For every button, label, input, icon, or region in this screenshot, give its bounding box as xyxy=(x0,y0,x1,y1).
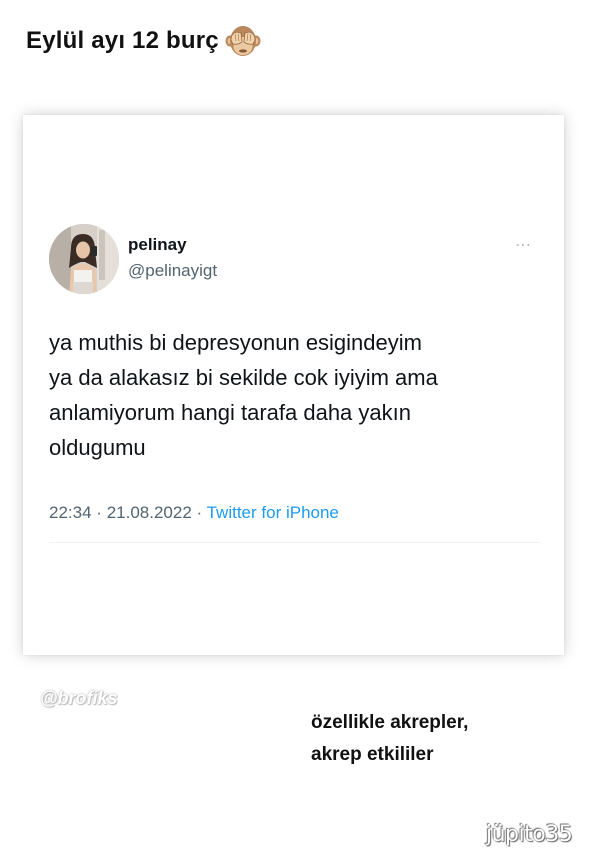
see-no-evil-monkey-icon xyxy=(225,24,261,58)
story-title-text: Eylül ayı 12 burç xyxy=(26,27,219,54)
tweet-text-line: anlamiyorum hangi tarafa daha yakın xyxy=(49,400,411,425)
story-title: Eylül ayı 12 burç xyxy=(26,24,261,58)
tweet-text-line: ya muthis bi depresyonun esigindeyim xyxy=(49,330,422,355)
tweet-date[interactable]: 21.08.2022 xyxy=(107,503,192,522)
tweet-text-line: ya da alakasız bi sekilde cok iyiyim ama xyxy=(49,365,438,390)
tweet-time[interactable]: 22:34 xyxy=(49,503,92,522)
author-handle[interactable]: @pelinayigt xyxy=(128,261,217,281)
tweet-source-link[interactable]: Twitter for iPhone xyxy=(207,503,339,522)
tweet-meta: 22:34 · 21.08.2022 · Twitter for iPhone xyxy=(49,503,339,523)
divider xyxy=(49,542,540,543)
tweet-card: pelinay @pelinayigt ⋯ ya muthis bi depre… xyxy=(23,115,564,655)
watermark-brofiks: @brofiks xyxy=(40,688,118,708)
caption: özellikle akrepler, akrep etkililer xyxy=(311,707,468,771)
meta-separator: · xyxy=(96,503,102,522)
watermark-jupito: jüpito35 xyxy=(486,822,573,847)
tweet-text-line: oldugumu xyxy=(49,435,146,460)
more-options-icon[interactable]: ⋯ xyxy=(515,235,532,255)
caption-line: akrep etkililer xyxy=(311,744,434,765)
avatar[interactable] xyxy=(49,224,119,294)
meta-separator: · xyxy=(196,503,203,522)
caption-line: özellikle akrepler, xyxy=(311,712,469,733)
author-name[interactable]: pelinay xyxy=(128,235,187,255)
tweet-text: ya muthis bi depresyonun esigindeyim ya … xyxy=(49,325,549,465)
